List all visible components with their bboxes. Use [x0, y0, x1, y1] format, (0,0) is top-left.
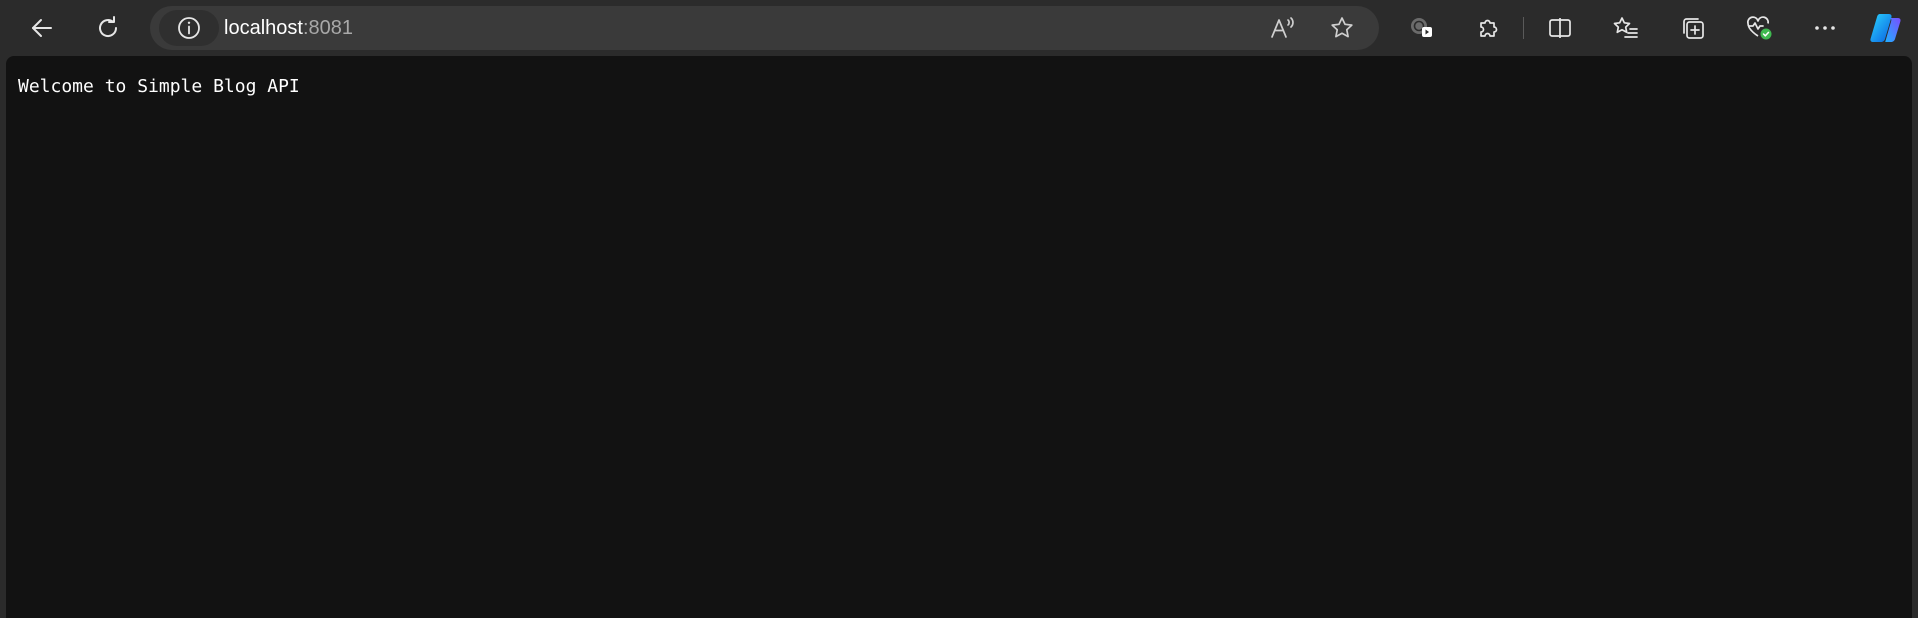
extension-badge-icon: [1411, 18, 1432, 37]
extensions-button[interactable]: [1469, 8, 1509, 48]
back-button[interactable]: [22, 8, 62, 48]
heart-pulse-icon: [1747, 16, 1772, 40]
split-screen-icon: [1549, 18, 1571, 38]
read-aloud-icon: [1271, 17, 1294, 38]
browser-toolbar: localhost:8081: [0, 0, 1918, 56]
refresh-button[interactable]: [88, 8, 128, 48]
url-port: :8081: [302, 17, 353, 39]
add-favorite-button[interactable]: [1322, 8, 1362, 48]
split-screen-button[interactable]: [1540, 8, 1580, 48]
page-content: Welcome to Simple Blog API: [6, 56, 1912, 618]
arrow-left-icon: [32, 19, 52, 37]
more-dots-icon: [1815, 26, 1835, 30]
collections-icon: [1683, 18, 1704, 39]
read-aloud-button[interactable]: [1263, 8, 1303, 48]
refresh-icon: [99, 16, 118, 37]
star-icon: [1331, 17, 1353, 38]
more-options-button[interactable]: [1805, 8, 1845, 48]
browser-essentials-button[interactable]: [1739, 8, 1779, 48]
copilot-button[interactable]: [1866, 8, 1906, 48]
extension-badge-button[interactable]: [1402, 8, 1442, 48]
collections-button[interactable]: [1673, 8, 1713, 48]
url-host: localhost: [224, 17, 303, 39]
page-body-text: Welcome to Simple Blog API: [18, 76, 300, 97]
puzzle-icon: [1480, 19, 1498, 37]
address-bar[interactable]: localhost:8081: [150, 6, 1379, 50]
favorites-list-icon: [1613, 17, 1638, 38]
url-text[interactable]: localhost:8081: [224, 6, 353, 50]
site-info-button[interactable]: [159, 10, 219, 46]
copilot-icon: [1870, 14, 1901, 42]
info-icon: [178, 17, 200, 39]
browser-window: localhost:8081 Welcome to Simple Blog AP…: [0, 0, 1918, 618]
toolbar-separator: [1523, 17, 1524, 39]
favorites-button[interactable]: [1606, 8, 1646, 48]
